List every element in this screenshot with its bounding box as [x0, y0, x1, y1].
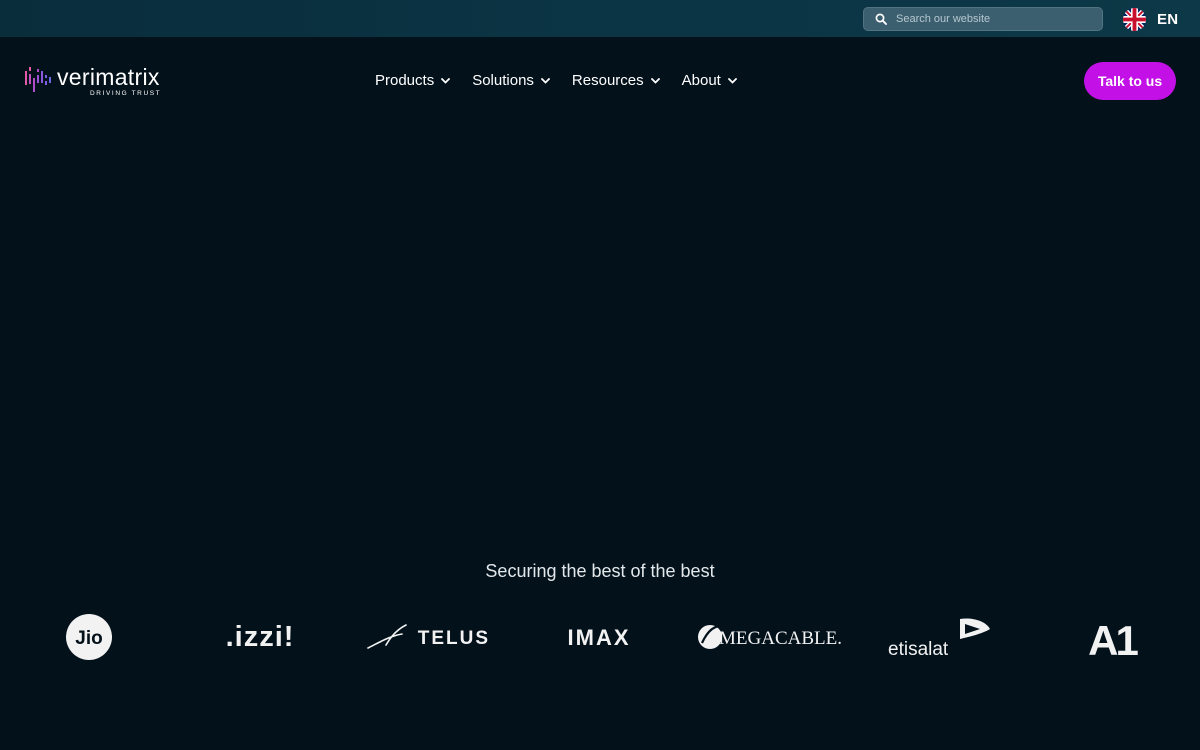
- client-logo-text: Jio: [75, 628, 102, 649]
- client-logo-text: A1: [1088, 617, 1138, 661]
- nav-item-label: About: [681, 72, 721, 89]
- chevron-down-icon: [727, 77, 737, 84]
- top-utility-bar: EN: [0, 0, 1200, 37]
- client-logo-row: Jio .izzi! TELUS IMAX MEGACABLE. etisala…: [0, 607, 1200, 667]
- logo-wordmark: verimatrix: [57, 64, 160, 90]
- client-logo-text: etisalat: [888, 639, 949, 660]
- chevron-down-icon: [541, 77, 550, 84]
- language-code: EN: [1157, 11, 1179, 28]
- verimatrix-logo[interactable]: verimatrix DRIVING TRUST: [24, 65, 161, 97]
- search-icon: [875, 13, 887, 25]
- client-logo-text: IMAX: [568, 625, 631, 650]
- nav-item-label: Resources: [571, 72, 644, 89]
- nav-item-products[interactable]: Products: [375, 72, 451, 89]
- search-input[interactable]: [896, 13, 1096, 25]
- client-logo-jio: Jio: [64, 607, 114, 667]
- main-header: verimatrix DRIVING TRUST Products Soluti…: [0, 37, 1200, 125]
- nav-item-label: Solutions: [472, 72, 534, 89]
- clients-section: Securing the best of the best Jio .izzi!…: [0, 545, 1200, 750]
- language-selector[interactable]: EN: [1123, 8, 1178, 31]
- chevron-down-icon: [441, 77, 451, 84]
- logo-tagline: DRIVING TRUST: [90, 90, 162, 97]
- nav-item-resources[interactable]: Resources: [572, 72, 660, 89]
- nav-item-solutions[interactable]: Solutions: [472, 72, 550, 89]
- client-logo-megacable: MEGACABLE.: [697, 607, 843, 667]
- client-logo-text: TELUS: [418, 628, 490, 649]
- nav-item-about[interactable]: About: [682, 72, 737, 89]
- hero-section: [0, 125, 1200, 545]
- client-logo-text: MEGACABLE.: [719, 628, 842, 649]
- search-box[interactable]: [863, 7, 1103, 31]
- client-logo-text: .izzi!: [226, 621, 295, 653]
- clients-heading: Securing the best of the best: [485, 561, 715, 581]
- verimatrix-logo-icon: [25, 67, 51, 92]
- client-logo-imax: IMAX: [552, 607, 646, 667]
- uk-flag-icon: [1123, 8, 1146, 31]
- client-logo-a1: A1: [1086, 607, 1138, 667]
- nav-item-label: Products: [375, 72, 435, 89]
- client-logo-etisalat: etisalat: [886, 607, 994, 667]
- client-logo-telus: TELUS: [366, 607, 492, 667]
- chevron-down-icon: [650, 77, 660, 84]
- talk-to-us-button[interactable]: Talk to us: [1084, 62, 1176, 100]
- main-nav: Products Solutions Resources About: [375, 72, 759, 89]
- client-logo-izzi: .izzi!: [218, 607, 302, 667]
